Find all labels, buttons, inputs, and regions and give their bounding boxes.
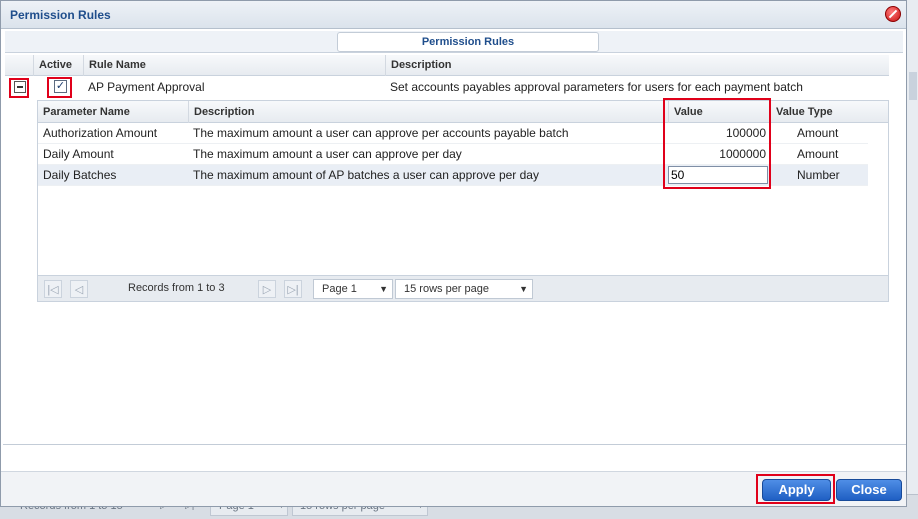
dialog-titlebar: Permission Rules [1,1,906,29]
rule-name-cell: AP Payment Approval [88,80,205,94]
value-type-cell: Amount [797,126,839,140]
column-parameter-description[interactable]: Description [188,101,668,123]
close-dialog-icon[interactable] [885,6,901,22]
outer-grid-header: Active Rule Name Description [5,55,889,76]
tab-permission-rules[interactable]: Permission Rules [337,32,599,52]
background-scrollbar[interactable] [906,0,918,494]
rows-per-page-label: 15 rows per page [404,283,489,295]
parameter-description-cell: The maximum amount a user can approve pe… [193,147,462,161]
column-rule-name[interactable]: Rule Name [83,55,385,76]
value-column-highlight [663,98,771,189]
content-divider [3,444,906,445]
page-select[interactable]: Page 1 ▼ [313,279,393,299]
next-page-icon[interactable]: ▷ [258,280,276,298]
dialog-title: Permission Rules [10,8,111,22]
parameter-name-cell: Daily Amount [43,147,114,161]
first-page-icon[interactable]: |◁ [44,280,62,298]
active-highlight [47,77,72,98]
column-active[interactable]: Active [33,55,83,76]
parameters-pager: |◁ ◁ Records from 1 to 3 ▷ ▷| Page 1 ▼ 1… [38,275,888,301]
parameter-description-cell: The maximum amount a user can approve pe… [193,126,569,140]
parameter-description-cell: The maximum amount of AP batches a user … [193,168,539,182]
last-page-icon[interactable]: ▷| [284,280,302,298]
apply-highlight [756,474,835,504]
column-parameter-name[interactable]: Parameter Name [38,101,188,123]
previous-page-icon[interactable]: ◁ [70,280,88,298]
value-type-cell: Amount [797,147,839,161]
rule-description-cell: Set accounts payables approval parameter… [390,80,803,94]
section-header: Permission Rules [5,31,903,53]
background-scroll-thumb[interactable] [909,72,917,100]
column-description[interactable]: Description [385,55,889,76]
chevron-down-icon: ▼ [519,284,528,294]
parameter-name-cell: Daily Batches [43,168,117,182]
chevron-down-icon: ▼ [379,284,388,294]
column-value-type[interactable]: Value Type [770,101,888,123]
parameter-name-cell: Authorization Amount [43,126,158,140]
collapse-highlight [9,78,29,98]
close-button[interactable]: Close [836,479,902,501]
value-type-cell: Number [797,168,840,182]
rows-per-page-select[interactable]: 15 rows per page ▼ [395,279,533,299]
page-select-label: Page 1 [322,283,357,295]
permission-rules-dialog: Permission Rules Permission Rules Active… [0,0,907,507]
rule-row[interactable]: ✓ AP Payment Approval Set accounts payab… [5,77,889,98]
records-text: Records from 1 to 3 [128,282,225,294]
